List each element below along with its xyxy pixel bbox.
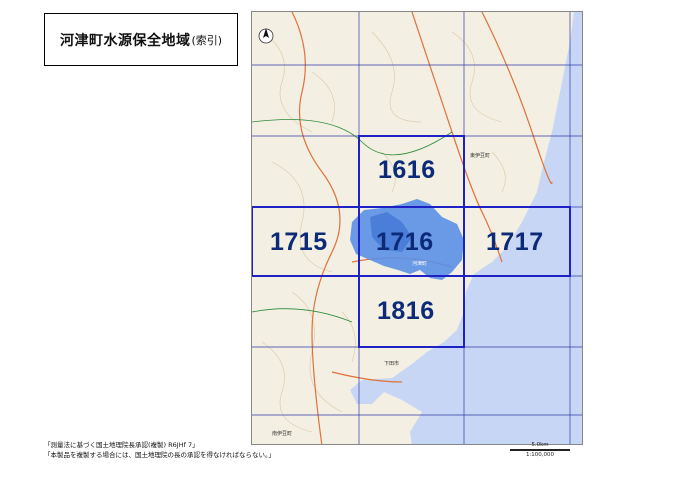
map-title: 河津町水源保全地域	[59, 32, 191, 49]
scale-bar: 5.0km 1:100,000	[510, 442, 570, 458]
sheet-label-1715[interactable]: 1715	[270, 228, 328, 257]
index-map: 1616 1715 1716 1717 1816 東伊豆町 河津町 下田市 南伊…	[251, 11, 583, 445]
sheet-label-1616[interactable]: 1616	[378, 156, 436, 185]
scale-distance: 5.0km	[531, 442, 549, 448]
place-east-izu: 東伊豆町	[470, 153, 491, 159]
place-minami-izu: 南伊豆町	[272, 431, 293, 437]
sheet-label-1816[interactable]: 1816	[377, 297, 435, 326]
place-kawazu: 河津町	[412, 261, 428, 267]
title-box: 河津町水源保全地域 (索引)	[44, 13, 238, 66]
sheet-label-1717[interactable]: 1717	[486, 228, 544, 257]
copyright-line-2: 「本製品を複製する場合には、国土地理院の長の承認を得なければならない。」	[44, 451, 275, 459]
copyright-notice: 「測量法に基づく国土地理院長承認(複製) R6JHf 7」 「本製品を複製する場…	[44, 440, 275, 460]
sheet-label-1716[interactable]: 1716	[376, 228, 434, 257]
scale-line	[510, 449, 570, 451]
place-shimoda: 下田市	[384, 361, 400, 367]
scale-ratio: 1:100,000	[525, 452, 555, 458]
map-title-sub: (索引)	[191, 33, 223, 47]
copyright-line-1: 「測量法に基づく国土地理院長承認(複製) R6JHf 7」	[44, 441, 199, 449]
